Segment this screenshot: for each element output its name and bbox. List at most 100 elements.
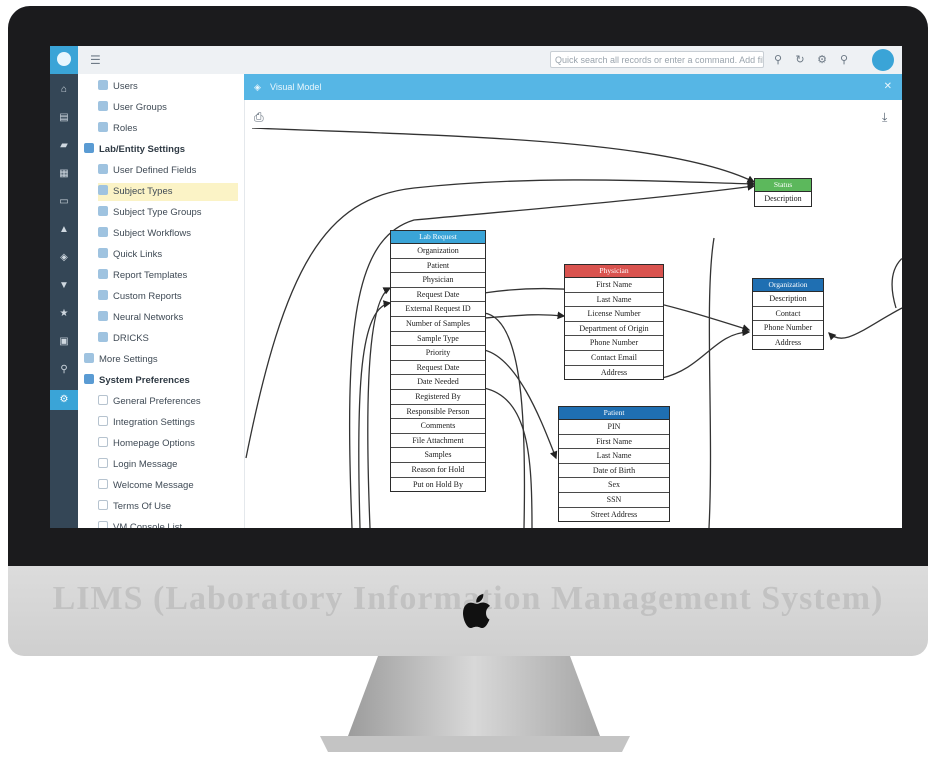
sidebar-item-terms-of-use[interactable]: Terms Of Use bbox=[98, 498, 238, 516]
sidebar-item-user-groups[interactable]: User Groups bbox=[98, 99, 238, 117]
sidebar-item-vm-console-list[interactable]: VM Console List bbox=[98, 519, 238, 528]
entity-physician[interactable]: Physician First Name Last Name License Numb… bbox=[564, 264, 664, 381]
entity-field: Request Date bbox=[391, 288, 485, 303]
entity-field: Phone Number bbox=[753, 321, 823, 336]
sidebar-item-label: User Defined Fields bbox=[113, 165, 197, 176]
table-icon[interactable]: ▦ bbox=[56, 166, 72, 182]
panel-header: ◈ Visual Model ✕ bbox=[244, 74, 902, 100]
sidebar-item-label: Quick Links bbox=[113, 249, 163, 260]
avatar[interactable] bbox=[872, 49, 894, 71]
apple-logo-icon bbox=[463, 594, 490, 628]
entity-field: Street Address bbox=[590, 509, 638, 519]
folder-icon bbox=[84, 143, 94, 153]
calendar-icon[interactable]: ▣ bbox=[56, 334, 72, 350]
entity-field: Description bbox=[753, 292, 823, 307]
sidebar-item-subject-types[interactable]: Subject Types bbox=[98, 183, 238, 201]
search-icon[interactable]: ⚲ bbox=[56, 362, 72, 378]
tag-icon[interactable]: ◈ bbox=[56, 250, 72, 266]
sidebar-item-label: Login Message bbox=[113, 459, 178, 470]
settings-icon[interactable]: ⚙ bbox=[814, 52, 830, 68]
entity-field: Responsible Person bbox=[391, 405, 485, 420]
entity-field: Phone Number bbox=[565, 336, 663, 351]
folder-icon bbox=[84, 353, 94, 363]
entity-field: Number of Samples bbox=[391, 317, 485, 332]
entity-field: File Attachment bbox=[391, 434, 485, 449]
entity-field: Priority bbox=[391, 346, 485, 361]
sidebar-item-label: VM Console List bbox=[113, 522, 183, 528]
entity-field: PIN bbox=[559, 420, 669, 435]
sidebar-item-label: Custom Reports bbox=[113, 291, 182, 302]
entity-lab-request[interactable]: Lab Request Organization Patient Physician R… bbox=[390, 230, 486, 493]
panel-title: Visual Model bbox=[270, 82, 322, 92]
app-logo[interactable] bbox=[50, 46, 78, 74]
item-icon bbox=[98, 185, 108, 195]
entity-organization[interactable]: Organization Description Contact Phone Numb… bbox=[752, 278, 824, 351]
entity-field: Organization bbox=[391, 244, 485, 259]
sidebar-item-label: System Preferences bbox=[99, 375, 190, 386]
sidebar-item-general-preferences[interactable]: General Preferences bbox=[98, 393, 238, 411]
sidebar-item-roles[interactable]: Roles bbox=[98, 120, 238, 138]
sidebar-item-label: DRICKS bbox=[113, 333, 149, 344]
entity-status[interactable]: Status Description bbox=[754, 178, 812, 207]
entity-field: Last Name bbox=[559, 449, 669, 464]
help-icon[interactable]: ⚲ bbox=[836, 52, 852, 68]
star-icon[interactable]: ★ bbox=[56, 306, 72, 322]
close-icon[interactable]: ✕ bbox=[884, 74, 892, 100]
entity-title: Lab Request bbox=[391, 231, 485, 244]
sidebar-item-user-defined-fields[interactable]: User Defined Fields bbox=[98, 162, 238, 180]
sidebar-item-label: Subject Type Groups bbox=[113, 207, 202, 218]
sidebar-item-neural-networks[interactable]: Neural Networks bbox=[98, 309, 238, 327]
screen: ☰ Quick search all records or enter a co… bbox=[50, 46, 902, 528]
item-icon bbox=[98, 311, 108, 321]
sidebar-item-system-preferences[interactable]: System Preferences bbox=[84, 372, 238, 390]
print-icon[interactable]: ⎙ bbox=[254, 110, 268, 124]
item-icon bbox=[98, 206, 108, 216]
entity-field: SSN bbox=[559, 493, 669, 508]
filter-icon[interactable]: ▼ bbox=[56, 278, 72, 294]
menu-toggle-icon[interactable]: ☰ bbox=[90, 53, 104, 67]
sidebar-item-quick-links[interactable]: Quick Links bbox=[98, 246, 238, 264]
sidebar-item-subject-workflows[interactable]: Subject Workflows bbox=[98, 225, 238, 243]
home-icon[interactable]: ⌂ bbox=[56, 82, 72, 98]
sidebar-item-custom-reports[interactable]: Custom Reports bbox=[98, 288, 238, 306]
entity-field: Patient bbox=[391, 259, 485, 274]
sidebar-item-dricks[interactable]: DRICKS bbox=[98, 330, 238, 348]
sidebar-item-subject-type-groups[interactable]: Subject Type Groups bbox=[98, 204, 238, 222]
sidebar-item-label: Integration Settings bbox=[113, 417, 195, 428]
entity-field: Reason for Hold bbox=[391, 463, 485, 478]
download-icon[interactable]: ⤓ bbox=[882, 110, 896, 124]
sidebar-item-label: Report Templates bbox=[113, 270, 188, 281]
search-icon[interactable]: ⚲ bbox=[770, 52, 786, 68]
sidebar-item-lab-entity-settings[interactable]: Lab/Entity Settings bbox=[84, 141, 238, 159]
entity-field: Request Date bbox=[391, 361, 485, 376]
entity-field: Department of Origin bbox=[565, 322, 663, 337]
sidebar-item-label: Subject Workflows bbox=[113, 228, 191, 239]
sidebar-item-homepage-options[interactable]: Homepage Options bbox=[98, 435, 238, 453]
sidebar-item-welcome-message[interactable]: Welcome Message bbox=[98, 477, 238, 495]
document-icon[interactable]: ▭ bbox=[56, 194, 72, 210]
entity-field: First Name bbox=[559, 435, 669, 450]
sidebar-item-label: Neural Networks bbox=[113, 312, 184, 323]
sidebar-item-report-templates[interactable]: Report Templates bbox=[98, 267, 238, 285]
entity-field: Registered By bbox=[391, 390, 485, 405]
sidebar-item-integration-settings[interactable]: Integration Settings bbox=[98, 414, 238, 432]
refresh-icon[interactable]: ↻ bbox=[792, 52, 808, 68]
sidebar-item-users[interactable]: Users bbox=[98, 78, 238, 96]
sidebar-item-label: User Groups bbox=[113, 102, 167, 113]
entity-patient[interactable]: Patient PIN First Name Last Name Date of Bir… bbox=[558, 406, 670, 523]
sidebar-item-login-message[interactable]: Login Message bbox=[98, 456, 238, 474]
flask-icon[interactable]: ▲ bbox=[56, 222, 72, 238]
search-input[interactable]: Quick search all records or enter a comm… bbox=[550, 51, 764, 68]
sidebar-item-label: Lab/Entity Settings bbox=[99, 144, 186, 155]
item-icon bbox=[98, 458, 108, 468]
inbox-icon[interactable]: ▤ bbox=[56, 110, 72, 126]
entity-field: Physician bbox=[391, 273, 485, 288]
chart-icon[interactable]: ▰ bbox=[56, 138, 72, 154]
sidebar-item-more-settings[interactable]: More Settings bbox=[84, 351, 238, 369]
er-diagram: Status Description Lab Request Organization… bbox=[244, 128, 902, 528]
sidebar-item-label: Subject Types bbox=[113, 186, 173, 197]
entity-field: License Number bbox=[565, 307, 663, 322]
sidebar-item-label: General Preferences bbox=[113, 396, 201, 407]
item-icon bbox=[98, 479, 108, 489]
settings-icon[interactable]: ⚙ bbox=[50, 390, 78, 410]
